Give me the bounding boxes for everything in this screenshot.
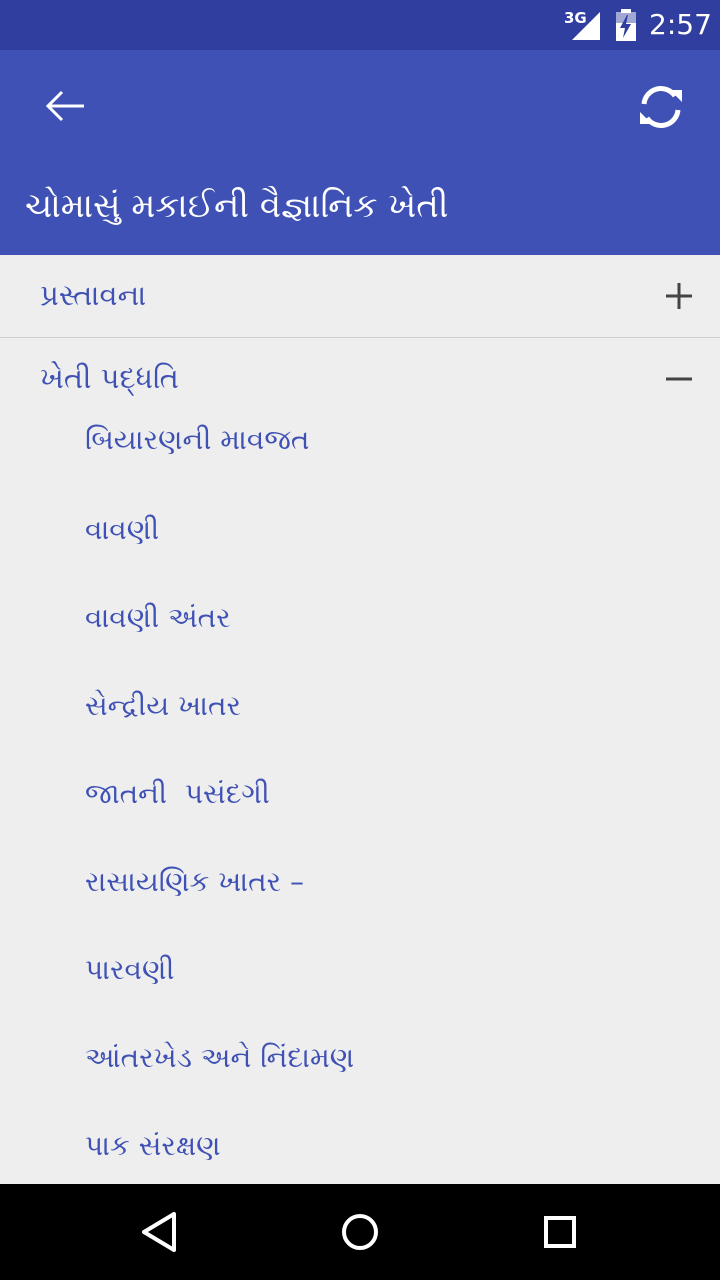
list-item-label: વાવણી અંતર <box>85 601 231 634</box>
nav-home-button[interactable] <box>334 1206 386 1258</box>
list-item[interactable]: વાવણી <box>0 488 720 576</box>
list-item-label: વાવણી <box>85 513 160 546</box>
list-item[interactable]: પાક સંરક્ષણ <box>0 1104 720 1184</box>
plus-icon[interactable] <box>664 279 694 313</box>
nav-recents-button[interactable] <box>534 1206 586 1258</box>
list-item-label: આંતરખેડ અને નિંદામણ <box>85 1041 355 1074</box>
list-item[interactable]: પારવણી <box>0 928 720 1016</box>
system-nav-bar <box>0 1184 720 1280</box>
nav-back-button[interactable] <box>134 1206 186 1258</box>
app-bar: ચોમાસું મકાઈની વૈજ્ઞાનિક ખેતી <box>0 50 720 255</box>
refresh-button[interactable] <box>628 74 694 140</box>
list-item[interactable]: વાવણી અંતર <box>0 576 720 664</box>
list-item-label: બિયારણની માવજત <box>85 423 310 456</box>
list-item[interactable]: રાસાયણિક ખાતર – <box>0 840 720 928</box>
status-bar: 3G 2:57 <box>0 0 720 50</box>
list-item-label: પારવણી <box>85 953 175 986</box>
list-item-label: રાસાયણિક ખાતર – <box>85 865 305 898</box>
circle-home-icon <box>342 1214 378 1250</box>
list-item-label: સેન્દ્રીય ખાતર <box>85 689 242 722</box>
battery-charging-icon <box>616 9 636 41</box>
list-item-label: જાતની પસંદગી <box>85 777 270 810</box>
topic-list: પ્રસ્તાવના ખેતી પદ્ધતિ બિયારણની માવજત વા… <box>0 255 720 1184</box>
refresh-icon <box>640 86 682 128</box>
clock: 2:57 <box>649 8 712 41</box>
list-item[interactable]: આંતરખેડ અને નિંદામણ <box>0 1016 720 1104</box>
network-type: 3G <box>564 9 587 27</box>
page-title: ચોમાસું મકાઈની વૈજ્ઞાનિક ખેતી <box>25 186 449 226</box>
square-recents-icon <box>544 1216 576 1248</box>
list-item[interactable]: બિયારણની માવજત <box>0 380 720 488</box>
triangle-back-icon <box>142 1212 176 1252</box>
section-label: પ્રસ્તાવના <box>40 278 147 312</box>
back-button[interactable] <box>30 80 102 132</box>
list-item[interactable]: જાતની પસંદગી <box>0 752 720 840</box>
arrow-left-icon <box>45 90 84 122</box>
list-item-label: પાક સંરક્ષણ <box>85 1129 221 1162</box>
list-item[interactable]: સેન્દ્રીય ખાતર <box>0 664 720 752</box>
section-header-intro[interactable]: પ્રસ્તાવના <box>0 255 720 337</box>
